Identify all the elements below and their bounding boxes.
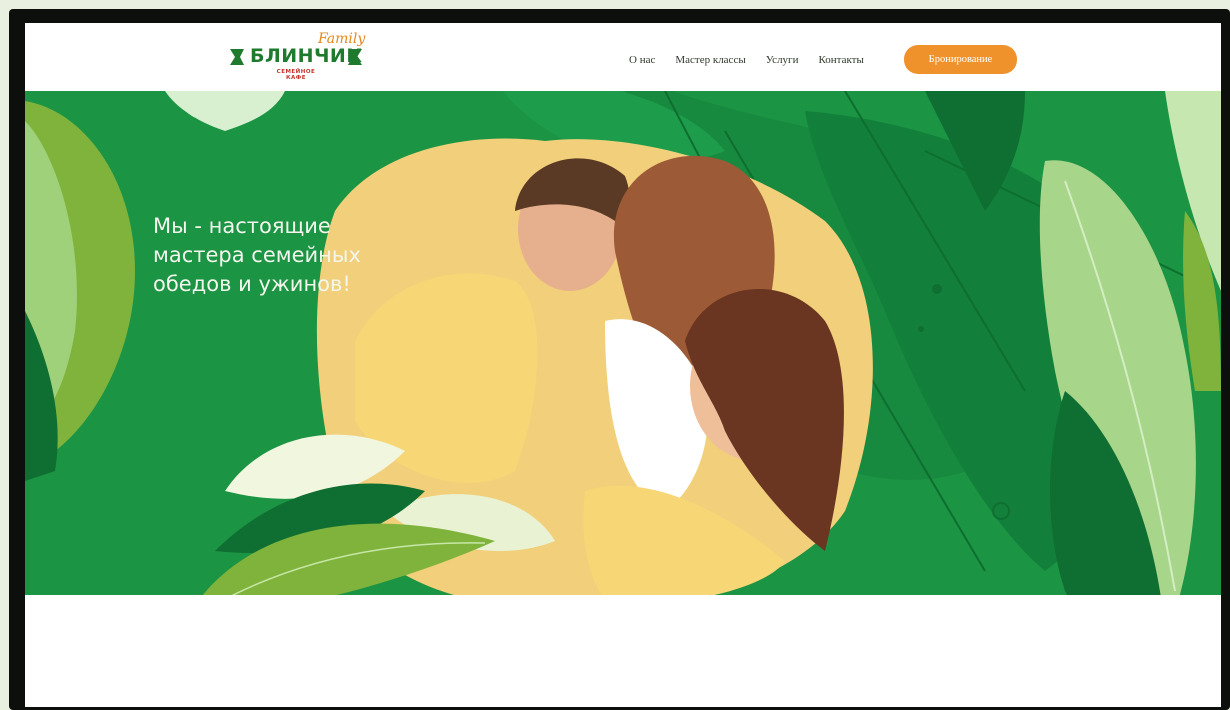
main-nav: О нас Мастер классы Услуги Контакты xyxy=(629,54,864,66)
nav-item-about[interactable]: О нас xyxy=(629,54,655,66)
screenshot-frame: Family БЛИНЧИК СЕМЕЙНОЕ КАФЕ О нас Масте… xyxy=(9,9,1230,710)
hero-headline: Мы - настоящие мастера семейных обедов и… xyxy=(153,212,473,299)
headline-line: мастера семейных xyxy=(153,243,361,267)
content-section xyxy=(25,595,1221,707)
dot-decoration xyxy=(932,284,942,294)
site-header: Family БЛИНЧИК СЕМЕЙНОЕ КАФЕ О нас Масте… xyxy=(25,23,1221,91)
nav-item-master-classes[interactable]: Мастер классы xyxy=(675,54,745,66)
headline-line: Мы - настоящие xyxy=(153,214,331,238)
web-page: Family БЛИНЧИК СЕМЕЙНОЕ КАФЕ О нас Масте… xyxy=(25,23,1221,707)
dot-decoration xyxy=(918,326,924,332)
logo[interactable]: Family БЛИНЧИК СЕМЕЙНОЕ КАФЕ xyxy=(230,31,380,83)
nav-item-services[interactable]: Услуги xyxy=(766,54,799,66)
top-left-leaf xyxy=(165,91,285,131)
headline-line: обедов и ужинов! xyxy=(153,272,351,296)
logo-wordmark: БЛИНЧИК xyxy=(250,45,363,67)
logo-tagline: СЕМЕЙНОЕ КАФЕ xyxy=(276,69,316,81)
nav-item-contacts[interactable]: Контакты xyxy=(818,54,863,66)
hero-banner: Мы - настоящие мастера семейных обедов и… xyxy=(25,91,1221,595)
hero-illustration xyxy=(25,91,1221,595)
booking-button[interactable]: Бронирование xyxy=(904,45,1017,74)
